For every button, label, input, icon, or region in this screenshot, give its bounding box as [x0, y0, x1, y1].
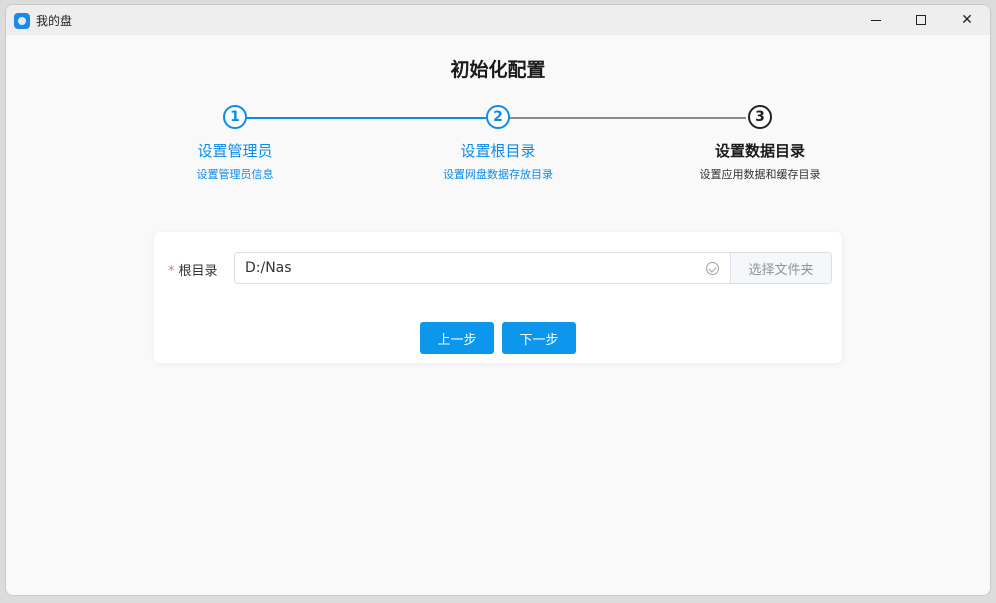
step-1-indicator: 1	[223, 105, 247, 129]
step-2-description: 设置网盘数据存放目录	[443, 168, 553, 181]
step-2-indicator: 2	[486, 105, 510, 129]
step-3-title: 设置数据目录	[714, 142, 805, 160]
step-2-title: 设置根目录	[460, 142, 536, 160]
step-1-title: 设置管理员	[197, 142, 273, 160]
previous-step-button[interactable]: 上一步	[420, 322, 494, 354]
step-1-description: 设置管理员信息	[196, 168, 274, 181]
root-dir-label-text: 根目录	[178, 264, 218, 279]
next-step-button[interactable]: 下一步	[502, 322, 576, 354]
root-dir-input[interactable]: D:/Nas 选择文件夹	[234, 252, 832, 284]
step-connector-1	[246, 117, 486, 119]
stepper: 1 2 3 设置管理员 设置根目录 设置数据目录 设置管理员信息 设置网盘数据存…	[6, 5, 990, 205]
root-dir-label: * 根目录	[168, 260, 218, 279]
app-window: 我的盘 ✕ 初始化配置 1 2 3 设置管理员 设置根目录 设置数据目录 设置管…	[5, 4, 991, 596]
step-3-description: 设置应用数据和缓存目录	[699, 168, 821, 181]
valid-check-icon	[706, 262, 719, 275]
required-mark: *	[168, 264, 175, 279]
root-dir-value[interactable]: D:/Nas	[245, 260, 292, 276]
choose-folder-button[interactable]: 选择文件夹	[730, 252, 832, 284]
step-3-indicator: 3	[748, 105, 772, 129]
form-card: * 根目录 D:/Nas 选择文件夹 上一步 下一步	[154, 232, 842, 363]
step-connector-2	[510, 117, 746, 119]
